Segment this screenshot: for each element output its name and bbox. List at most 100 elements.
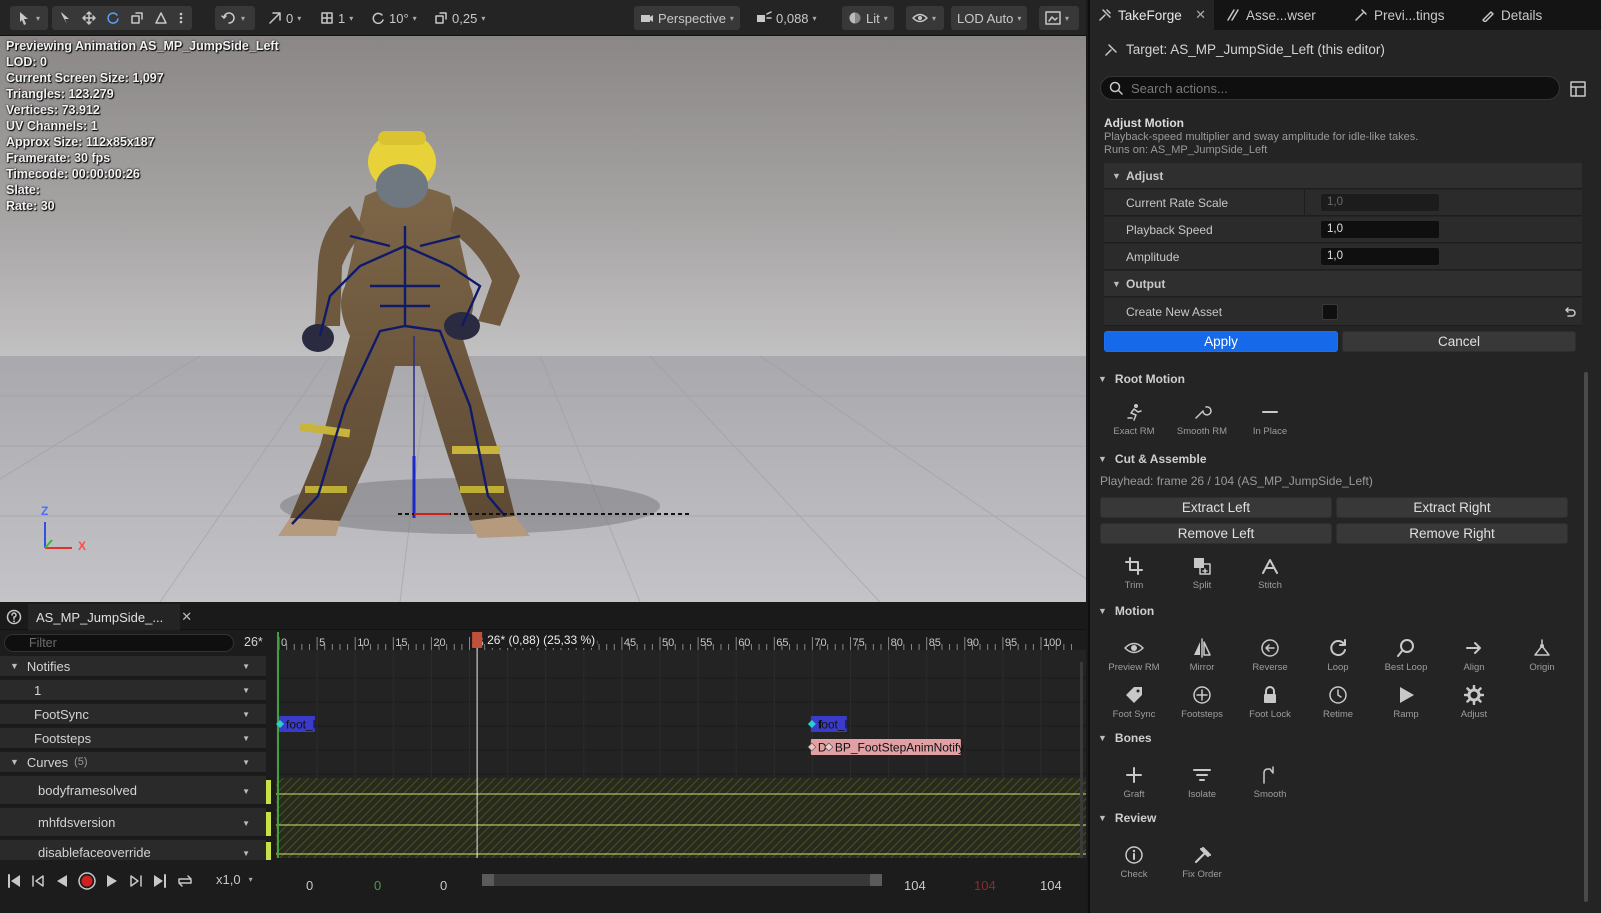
- scale-snap-dropdown[interactable]: 0,25 ▾: [428, 6, 491, 30]
- coord-space-dropdown[interactable]: ▾: [215, 6, 255, 30]
- lod-dropdown[interactable]: LOD Auto ▾: [951, 6, 1028, 30]
- track-footsync[interactable]: FootSync ▼: [0, 704, 266, 726]
- adjust-section-header[interactable]: ▼ Adjust: [1104, 163, 1582, 189]
- go-to-end-icon[interactable]: [152, 873, 168, 889]
- select-tool-icon[interactable]: [58, 11, 72, 25]
- record-icon[interactable]: [78, 872, 96, 890]
- motion-header[interactable]: ▼ Motion: [1098, 604, 1154, 618]
- camera-speed-dropdown[interactable]: 0,088 ▾: [750, 6, 823, 30]
- show-flags-dropdown[interactable]: ▾: [906, 6, 944, 30]
- range-start-value[interactable]: 0: [306, 878, 313, 893]
- playhead-handle[interactable]: [472, 632, 483, 648]
- tool-mirror[interactable]: Mirror: [1172, 636, 1232, 673]
- tool-check[interactable]: Check: [1104, 843, 1164, 880]
- play-icon[interactable]: [104, 873, 120, 889]
- play-end-value[interactable]: 104: [974, 878, 996, 893]
- tab-animation-asset[interactable]: AS_MP_JumpSide_... ✕: [28, 604, 192, 630]
- reset-arrow-icon[interactable]: [1562, 305, 1576, 319]
- rotate-tool-icon[interactable]: [106, 11, 120, 25]
- tool-preview-rm[interactable]: Preview RM: [1104, 636, 1164, 673]
- tool-stitch[interactable]: Stitch: [1240, 554, 1300, 591]
- review-header[interactable]: ▼ Review: [1098, 811, 1156, 825]
- tool-in-place[interactable]: In Place: [1240, 400, 1300, 437]
- tool-smooth-rm[interactable]: Smooth RM: [1172, 400, 1232, 437]
- scrollbar-right-handle[interactable]: [870, 874, 882, 886]
- track-footsteps[interactable]: Footsteps ▼: [0, 728, 266, 750]
- view-start-value[interactable]: 0: [440, 878, 447, 893]
- apply-button[interactable]: Apply: [1104, 331, 1338, 352]
- view-end-value[interactable]: 104: [904, 878, 926, 893]
- scale-tool-icon[interactable]: [130, 11, 144, 25]
- curve-bodyframesolved[interactable]: bodyframesolved ▼: [0, 776, 266, 806]
- root-motion-header[interactable]: ▼ Root Motion: [1098, 372, 1185, 386]
- remove-right-button[interactable]: Remove Right: [1336, 523, 1568, 544]
- cut-assemble-header[interactable]: ▼ Cut & Assemble: [1098, 452, 1207, 466]
- tab-asset-browser[interactable]: Asse...wser: [1218, 0, 1340, 30]
- layout-dropdown[interactable]: ▾: [1039, 6, 1079, 30]
- tab-details[interactable]: Details: [1473, 0, 1573, 30]
- go-to-start-icon[interactable]: [6, 873, 22, 889]
- track-filter-input[interactable]: Filter: [4, 634, 234, 652]
- tool-graft[interactable]: Graft: [1104, 763, 1164, 800]
- tool-exact-rm[interactable]: Exact RM: [1104, 400, 1164, 437]
- create-new-asset-checkbox[interactable]: [1322, 304, 1338, 320]
- curve-mhfdsversion[interactable]: mhfdsversion ▼: [0, 808, 266, 838]
- loop-toggle-icon[interactable]: [176, 873, 194, 889]
- tool-adjust[interactable]: Adjust: [1444, 683, 1504, 720]
- surface-snap-dropdown[interactable]: 0 ▾: [262, 6, 307, 30]
- timeline-area[interactable]: 0510152025303540455055606570758085909510…: [276, 632, 1086, 858]
- play-start-value[interactable]: 0: [374, 878, 381, 893]
- track-curves[interactable]: ▼ Curves (5) ▼: [0, 752, 266, 774]
- range-end-value[interactable]: 104: [1040, 878, 1062, 893]
- scrollbar-left-handle[interactable]: [482, 874, 494, 886]
- extract-right-button[interactable]: Extract Right: [1336, 497, 1568, 518]
- layout-toggle-icon[interactable]: [1570, 81, 1586, 97]
- tool-split[interactable]: Split: [1172, 554, 1232, 591]
- cancel-button[interactable]: Cancel: [1342, 331, 1576, 352]
- step-back-icon[interactable]: [30, 873, 46, 889]
- panel-scrollbar[interactable]: [1584, 372, 1588, 902]
- remove-left-button[interactable]: Remove Left: [1100, 523, 1332, 544]
- playback-speed-field[interactable]: 1,0: [1320, 220, 1440, 239]
- tool-loop[interactable]: Loop: [1308, 636, 1368, 673]
- pivot-icon[interactable]: [154, 11, 168, 25]
- close-tab-icon[interactable]: ✕: [1195, 7, 1206, 23]
- step-forward-icon[interactable]: [128, 873, 144, 889]
- grid-snap-dropdown[interactable]: 1 ▾: [314, 6, 359, 30]
- tool-best-loop[interactable]: Best Loop: [1376, 636, 1436, 673]
- tool-isolate[interactable]: Isolate: [1172, 763, 1232, 800]
- track-notifies[interactable]: ▼ Notifies ▼: [0, 656, 266, 678]
- tool-footsteps[interactable]: Footsteps: [1172, 683, 1232, 720]
- extract-left-button[interactable]: Extract Left: [1100, 497, 1332, 518]
- output-section-header[interactable]: ▼ Output: [1104, 271, 1582, 297]
- tool-reverse[interactable]: Reverse: [1240, 636, 1300, 673]
- tool-retime[interactable]: Retime: [1308, 683, 1368, 720]
- track-notify-1[interactable]: 1 ▼: [0, 680, 266, 702]
- view-mode-dropdown[interactable]: Perspective ▾: [634, 6, 740, 30]
- tool-align[interactable]: Align: [1444, 636, 1504, 673]
- lighting-dropdown[interactable]: Lit ▾: [842, 6, 894, 30]
- tool-ramp[interactable]: Ramp: [1376, 683, 1436, 720]
- tab-takeforge[interactable]: TakeForge ✕: [1090, 0, 1214, 30]
- close-tab-icon[interactable]: ✕: [181, 609, 192, 625]
- timeline-svg[interactable]: 0510152025303540455055606570758085909510…: [276, 632, 1086, 858]
- help-icon[interactable]: [6, 609, 22, 625]
- select-mode-dropdown[interactable]: ▾: [10, 6, 48, 30]
- move-tool-icon[interactable]: [82, 11, 96, 25]
- tab-preview-settings[interactable]: Previ...tings: [1346, 0, 1468, 30]
- timeline-scrollbar[interactable]: [482, 874, 882, 886]
- tool-foot-lock[interactable]: Foot Lock: [1240, 683, 1300, 720]
- rotation-snap-dropdown[interactable]: 10° ▾: [365, 6, 423, 30]
- viewport[interactable]: Z X ▾ ▾ 0 ▾ 1 ▾ 10° ▾ 0,25 ▾ Perspective…: [0, 0, 1086, 602]
- search-actions-input[interactable]: Search actions...: [1100, 76, 1560, 100]
- playback-speed-dropdown[interactable]: x1,0 ▾: [216, 872, 253, 887]
- tool-foot-sync[interactable]: Foot Sync: [1104, 683, 1164, 720]
- tool-fix-order[interactable]: Fix Order: [1172, 843, 1232, 880]
- tool-trim[interactable]: Trim: [1104, 554, 1164, 591]
- bones-header[interactable]: ▼ Bones: [1098, 731, 1152, 745]
- tool-origin[interactable]: Origin: [1512, 636, 1572, 673]
- more-icon[interactable]: [178, 11, 184, 25]
- amplitude-field[interactable]: 1,0: [1320, 247, 1440, 266]
- tool-smooth[interactable]: Smooth: [1240, 763, 1300, 800]
- play-reverse-icon[interactable]: [54, 873, 70, 889]
